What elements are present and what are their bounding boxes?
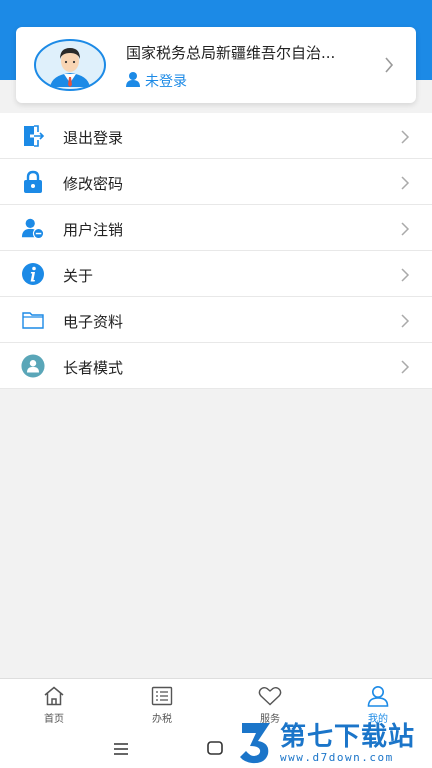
chevron-right-icon (400, 359, 410, 378)
tab-home[interactable]: 首页 (0, 679, 108, 725)
avatar (34, 39, 106, 91)
elder-mode-icon (21, 354, 45, 378)
info-icon (21, 262, 45, 286)
profile-card[interactable]: 国家税务总局新疆维吾尔自治... 未登录 (16, 27, 416, 103)
menu-item-change-password[interactable]: 修改密码 (0, 159, 432, 205)
menu-icon[interactable] (113, 740, 129, 759)
login-status[interactable]: 未登录 (125, 71, 187, 91)
my-page: 国家税务总局新疆维吾尔自治... 未登录 退出登录 修改密码 用户注销 关于 电… (0, 0, 432, 768)
menu-item-label: 关于 (63, 267, 94, 285)
menu-item-label: 电子资料 (63, 313, 124, 331)
list-icon (151, 685, 173, 707)
menu-item-about[interactable]: 关于 (0, 251, 432, 297)
home-icon (43, 685, 65, 707)
organization-name: 国家税务总局新疆维吾尔自治... (126, 44, 336, 62)
tab-label: 办税 (152, 714, 172, 725)
watermark-title: 第七下载站 (280, 721, 416, 752)
menu-item-deregister[interactable]: 用户注销 (0, 205, 432, 251)
heart-icon (258, 685, 282, 707)
chevron-right-icon (400, 129, 410, 148)
chevron-right-icon (400, 221, 410, 240)
chevron-right-icon (400, 313, 410, 332)
watermark-logo-icon (236, 721, 276, 765)
watermark: 第七下载站 www.d7down.com (236, 718, 432, 768)
chevron-right-icon (400, 175, 410, 194)
user-remove-icon (21, 216, 45, 240)
settings-menu: 退出登录 修改密码 用户注销 关于 电子资料 长者模式 (0, 113, 432, 389)
chevron-right-icon (384, 57, 394, 77)
chevron-right-icon (400, 267, 410, 286)
person-icon (367, 685, 389, 707)
login-status-text: 未登录 (145, 74, 187, 90)
menu-item-label: 长者模式 (63, 359, 124, 377)
user-icon (125, 71, 141, 91)
menu-item-elder-mode[interactable]: 长者模式 (0, 343, 432, 389)
menu-item-label: 用户注销 (63, 221, 124, 239)
watermark-url: www.d7down.com (280, 750, 394, 764)
menu-item-logout[interactable]: 退出登录 (0, 113, 432, 159)
logout-icon (21, 124, 45, 148)
menu-item-label: 修改密码 (63, 175, 124, 193)
tab-tax[interactable]: 办税 (108, 679, 216, 725)
menu-item-e-documents[interactable]: 电子资料 (0, 297, 432, 343)
menu-item-label: 退出登录 (63, 129, 124, 147)
watermark-text: 第七下载站 www.d7down.com (280, 723, 415, 764)
tab-label: 首页 (44, 714, 64, 725)
folder-icon (21, 308, 45, 332)
home-button-icon[interactable] (207, 740, 223, 759)
lock-icon (21, 170, 45, 194)
